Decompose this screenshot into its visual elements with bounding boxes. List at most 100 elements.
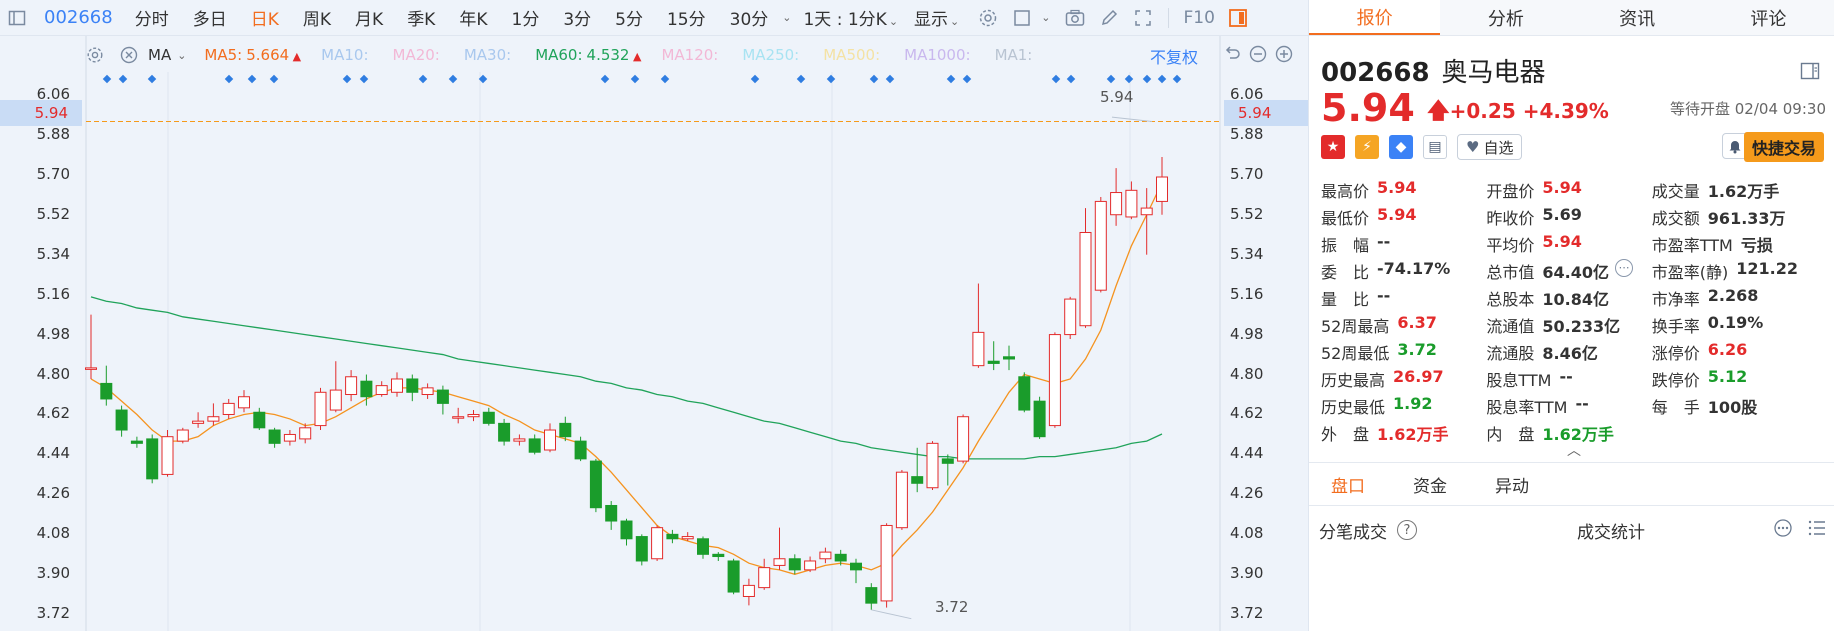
stat-cell: 涨停价 6.26 (1652, 340, 1829, 364)
event-marker-icon (826, 74, 836, 84)
subtab-0[interactable]: 盘口 (1331, 472, 1365, 497)
event-marker-icon (269, 74, 279, 84)
tick-trades-label[interactable]: 分笔成交 (1319, 518, 1387, 543)
ma-item-3[interactable]: MA30: (464, 46, 515, 64)
axis-tick-label: 5.16 (36, 284, 70, 303)
tag-icon[interactable]: ◆ (1389, 135, 1413, 159)
axis-tick-label: 5.52 (36, 204, 70, 223)
ma-close-icon[interactable] (118, 44, 140, 66)
candle-body (238, 396, 250, 409)
stat-value: 2.268 (1707, 285, 1759, 305)
ma-item-5[interactable]: MA120: (661, 46, 722, 64)
adjust-select[interactable]: 不复权 (1150, 44, 1198, 68)
bookmark-icon[interactable]: ▤ (1423, 135, 1447, 159)
panel-tabs: 报价 分析 资讯 评论 (1309, 0, 1834, 36)
candle-body (1094, 200, 1107, 291)
zoom-out-icon[interactable] (1248, 44, 1268, 68)
ma-item-1[interactable]: MA10: (321, 46, 372, 64)
stat-value: -- (1377, 231, 1391, 251)
detail-subtabs: 盘口 资金 异动 (1309, 462, 1834, 506)
trade-detail-bar: 分笔成交 ? 成交统计 (1309, 512, 1834, 548)
stat-cell: 市盈率TTM 亏损 (1652, 232, 1829, 256)
more-options-icon[interactable] (1773, 518, 1793, 543)
candle-body (1110, 192, 1123, 216)
axis-tick-label: 5.52 (1230, 204, 1264, 223)
stat-value: 64.40亿 (1542, 262, 1610, 282)
trade-stats-label[interactable]: 成交统计 (1577, 518, 1645, 543)
stats-row: 历史最低 1.92 股息率TTM -- 每 手 100股 (1321, 392, 1829, 419)
candle-body (146, 438, 159, 480)
heart-icon: ♥ (1466, 138, 1480, 156)
stat-cell: 每 手 100股 (1652, 394, 1829, 418)
candle-body (1064, 298, 1077, 336)
ma-item-0[interactable]: MA5: 5.664 ▲ (204, 46, 301, 64)
event-marker-icon (1172, 74, 1182, 84)
stat-label: 成交额 (1651, 208, 1700, 228)
candle-body (742, 584, 755, 597)
help-icon[interactable]: ? (1397, 520, 1417, 540)
more-info-icon[interactable]: ⋯ (1615, 258, 1634, 277)
candle-body (850, 562, 862, 571)
event-marker-icon (342, 74, 352, 84)
stats-row: 最低价 5.94 昨收价 5.69 成交额 961.33万 (1321, 203, 1829, 230)
candle-body (666, 533, 679, 540)
market-status: 等待开盘 02/04 09:30 (1670, 100, 1826, 118)
low-annotation: 3.72 (935, 598, 969, 616)
candle-body (85, 367, 97, 370)
subtab-2[interactable]: 异动 (1495, 472, 1529, 497)
stats-row: 历史最高 26.97 股息TTM -- 跌停价 5.12 (1321, 365, 1829, 392)
stat-label: 52周最低 (1321, 343, 1390, 363)
stat-value: 5.94 (1377, 177, 1417, 197)
ma-settings-gear-icon[interactable] (84, 44, 106, 66)
stat-label: 股息TTM (1486, 370, 1552, 390)
ma-label: MA5: (204, 46, 243, 64)
ma-indicator-select[interactable]: MA (148, 46, 171, 64)
list-view-icon[interactable] (1807, 519, 1827, 542)
stats-row: 52周最低 3.72 流通股 8.46亿 涨停价 6.26 (1321, 338, 1829, 365)
ma-label: MA250: (742, 46, 800, 64)
stat-cell: 52周最高 6.37 (1321, 313, 1486, 337)
candle-body (161, 436, 174, 475)
panel-tab-3[interactable]: 评论 (1703, 0, 1834, 35)
axis-tick-label: 4.26 (36, 484, 70, 503)
candle-body (329, 389, 342, 411)
candle-body (1018, 376, 1031, 411)
ma-item-9[interactable]: MA1: (995, 46, 1037, 64)
subtab-1[interactable]: 资金 (1413, 472, 1447, 497)
ma-item-8[interactable]: MA1000: (904, 46, 974, 64)
axis-tick-label: 5.70 (1230, 164, 1264, 183)
stat-value: 121.22 (1736, 258, 1799, 278)
ma-item-2[interactable]: MA20: (393, 46, 444, 64)
collapse-caret-icon[interactable]: ︿ (1567, 440, 1581, 460)
chevron-down-icon[interactable]: ⌄ (177, 49, 186, 62)
ma-item-6[interactable]: MA250: (742, 46, 803, 64)
stat-value: 10.84亿 (1542, 289, 1610, 309)
panel-tab-1[interactable]: 分析 (1440, 0, 1571, 35)
stat-value: -- (1559, 366, 1573, 386)
candle-body (115, 409, 128, 431)
stat-label: 最低价 (1321, 208, 1370, 228)
stat-label: 量 比 (1321, 289, 1370, 309)
candle-body (130, 440, 143, 444)
event-marker-icon (118, 74, 128, 84)
candle-body (635, 536, 648, 562)
quote-stats: 最高价 5.94 开盘价 5.94 成交量 1.62万手 最低价 5.94 昨收价 5.69 成交额… (1321, 176, 1829, 446)
stat-cell: 总股本 10.84亿 (1486, 286, 1651, 310)
panel-tab-2[interactable]: 资讯 (1572, 0, 1703, 35)
up-triangle-icon: ▲ (629, 50, 642, 63)
panel-tab-0[interactable]: 报价 (1309, 0, 1441, 35)
ma-item-7[interactable]: MA500: (823, 46, 884, 64)
zoom-in-icon[interactable] (1274, 44, 1294, 68)
candle-body (391, 378, 403, 393)
add-watchlist-button[interactable]: ♥ 自选 (1457, 134, 1523, 160)
axis-tick-label: 4.98 (36, 324, 70, 343)
candle-body (467, 413, 480, 418)
undo-icon[interactable] (1222, 44, 1242, 68)
stock-title: 002668 奥马电器 (1321, 52, 1546, 89)
event-marker-icon (1124, 74, 1134, 84)
layout-toggle-icon[interactable] (1800, 62, 1820, 84)
ma-item-4[interactable]: MA60: 4.532 ▲ (535, 46, 641, 64)
lightning-icon[interactable]: ⚡ (1355, 135, 1379, 159)
stat-cell: 平均价 5.94 (1486, 232, 1651, 256)
quick-trade-button[interactable]: 快捷交易 (1743, 132, 1824, 162)
